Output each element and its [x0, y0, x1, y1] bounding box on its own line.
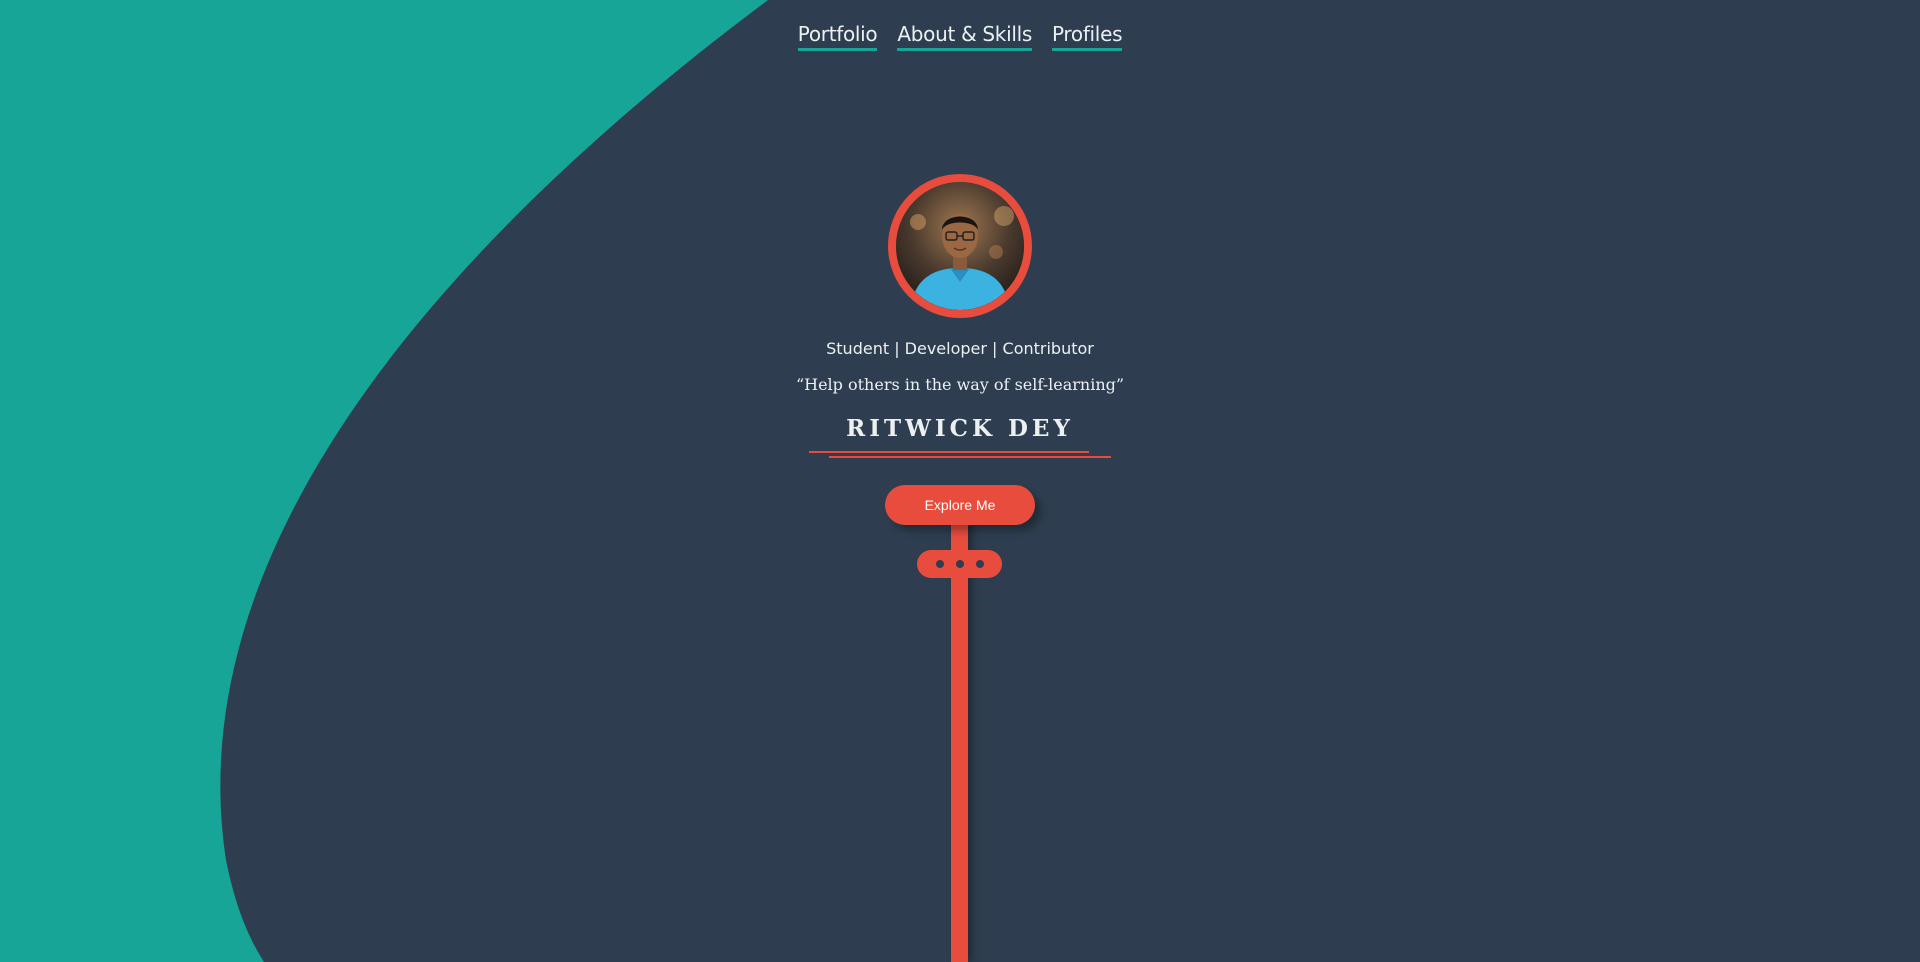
profile-photo: [896, 182, 1024, 310]
more-dots-icon[interactable]: [917, 550, 1002, 578]
tagline-quote: “Help others in the way of self-learning…: [795, 375, 1125, 394]
nav-link-portfolio[interactable]: Portfolio: [797, 22, 878, 51]
top-nav: Portfolio About & Skills Profiles: [0, 22, 1920, 51]
explore-me-button[interactable]: Explore Me: [885, 485, 1035, 525]
profile-name: RITWICK DEY: [846, 415, 1074, 442]
hero-section: Student | Developer | Contributor “Help …: [0, 174, 1920, 459]
dot-3: [975, 560, 984, 568]
underline-line-top: [809, 451, 1089, 453]
nav-link-about-skills[interactable]: About & Skills: [897, 22, 1032, 51]
name-underline: [809, 451, 1111, 459]
underline-line-bottom: [829, 456, 1111, 458]
role-subtitle: Student | Developer | Contributor: [826, 339, 1094, 358]
dot-1: [935, 560, 944, 568]
dot-2: [955, 560, 964, 568]
avatar: [888, 174, 1032, 318]
nav-link-profiles[interactable]: Profiles: [1051, 22, 1123, 51]
